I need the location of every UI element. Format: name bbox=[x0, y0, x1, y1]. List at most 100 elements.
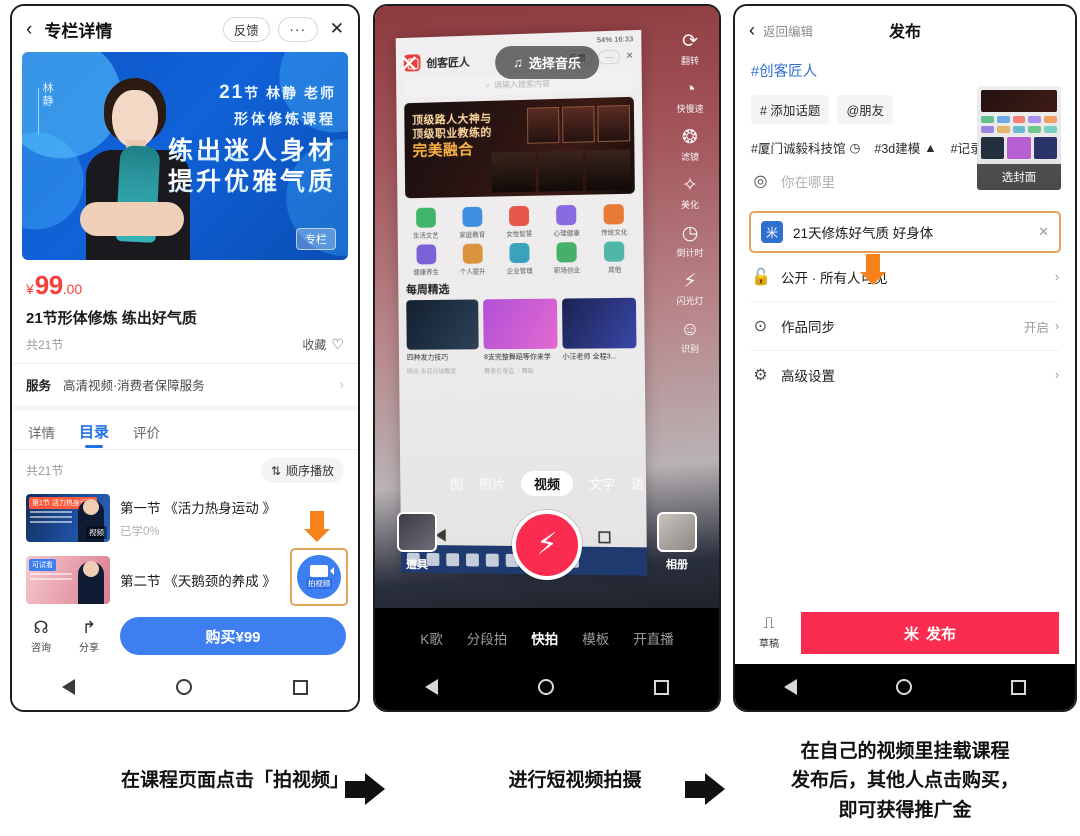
back-to-edit-label[interactable]: 返回编辑 bbox=[763, 21, 813, 40]
tool-timer[interactable]: ◷ 倒计时 bbox=[676, 224, 703, 259]
tab-details[interactable]: 详情 bbox=[28, 422, 55, 449]
category-item[interactable]: 女性智慧 bbox=[496, 205, 541, 239]
pick-meta: 舞者在身边 ｜舞蹈 bbox=[484, 369, 534, 376]
favorite-button[interactable]: 收藏 ♡ bbox=[302, 336, 344, 353]
nav-back-icon[interactable] bbox=[425, 679, 438, 695]
sync-row[interactable]: ⊙ 作品同步 开启 › bbox=[735, 302, 1075, 350]
page-title: 专栏详情 bbox=[44, 21, 113, 41]
tab-live[interactable]: 开直播 bbox=[633, 628, 674, 648]
nav-home-icon[interactable] bbox=[538, 679, 554, 695]
category-item[interactable]: 家庭教育 bbox=[450, 206, 495, 239]
lesson-count-label: 共21节 bbox=[26, 338, 64, 352]
mode-text[interactable]: 文字 bbox=[589, 474, 615, 493]
caption-input[interactable]: #创客匠人 bbox=[735, 54, 1075, 81]
video-camera-icon bbox=[310, 565, 334, 577]
more-icon[interactable]: ··· bbox=[277, 16, 318, 42]
category-item[interactable]: 职场创业 bbox=[544, 242, 590, 275]
close-icon[interactable]: ✕ bbox=[326, 19, 344, 39]
category-item[interactable]: 生活文艺 bbox=[403, 207, 448, 240]
advanced-settings-row[interactable]: ⚙ 高级设置 › bbox=[735, 351, 1075, 399]
mode-voice[interactable]: 语 bbox=[631, 474, 644, 493]
suggested-tag[interactable]: #厦门诚毅科技馆 ◷ bbox=[751, 138, 860, 157]
camera-close-icon[interactable]: ✕ bbox=[399, 50, 419, 79]
category-item[interactable]: 健康养生 bbox=[404, 244, 449, 276]
tab-reviews[interactable]: 评价 bbox=[133, 422, 160, 449]
tool-recognize[interactable]: ☺ 识别 bbox=[680, 320, 699, 355]
add-topic-button[interactable]: # 添加话题 bbox=[751, 95, 830, 124]
nav-back-icon[interactable] bbox=[62, 679, 76, 695]
android-navbar bbox=[735, 664, 1075, 710]
chevron-right-icon: › bbox=[339, 377, 344, 392]
pick-card[interactable]: 小汪老师 全程3... bbox=[561, 297, 637, 375]
tab-catalog[interactable]: 目录 bbox=[79, 421, 109, 449]
course-subinfo: 共21节 收藏 ♡ bbox=[12, 328, 358, 363]
tool-flip[interactable]: ⟳ 翻转 bbox=[681, 32, 699, 67]
pick-title: 小汪老师 全程3... bbox=[562, 353, 617, 361]
service-row[interactable]: 服务 高清视频·消费者保障服务 › bbox=[12, 364, 358, 405]
save-draft-button[interactable]: ⎍ 草稿 bbox=[751, 616, 787, 651]
draft-label: 草稿 bbox=[759, 639, 779, 650]
category-item[interactable]: 传统文化 bbox=[591, 204, 637, 237]
mention-friend-button[interactable]: @朋友 bbox=[837, 95, 894, 124]
consult-button[interactable]: ☊ 咨询 bbox=[24, 619, 58, 654]
category-icon bbox=[556, 242, 577, 263]
nav-recents-icon[interactable] bbox=[1010, 679, 1026, 695]
tab-segment-shoot[interactable]: 分段拍 bbox=[467, 628, 508, 648]
attached-course-row[interactable]: 米 21天修炼好气质 好身体 ✕ bbox=[749, 211, 1061, 253]
chevron-right-icon: › bbox=[1054, 368, 1059, 382]
tool-filter[interactable]: ❂ 滤镜 bbox=[681, 128, 699, 163]
back-icon[interactable]: ‹ bbox=[749, 20, 755, 41]
category-item[interactable]: 其他 bbox=[592, 241, 638, 274]
cover-preview-cards bbox=[981, 137, 1057, 159]
pick-card[interactable]: 8支完整舞蹈等你来学 舞者在身边 ｜舞蹈 bbox=[483, 298, 558, 376]
phone-screen-course-detail: ‹ 专栏详情 反馈 ··· ✕ 林静 21节 林静 老师 形体修炼课程 练出迷人… bbox=[10, 4, 360, 712]
mode-image[interactable]: 图 bbox=[450, 474, 463, 493]
props-button[interactable]: 道具 bbox=[397, 512, 437, 572]
category-item[interactable]: 企业管理 bbox=[497, 242, 542, 276]
category-icon bbox=[508, 205, 530, 227]
order-play-button[interactable]: ⇅ 顺序播放 bbox=[260, 458, 344, 483]
publish-button[interactable]: 米 发布 bbox=[801, 612, 1059, 654]
tab-ktv[interactable]: K歌 bbox=[420, 628, 443, 648]
cover-label: 选封面 bbox=[977, 164, 1061, 190]
tool-speed[interactable]: ◔ 快慢速 bbox=[676, 80, 703, 115]
nav-home-icon[interactable] bbox=[895, 679, 912, 695]
nav-recents-icon[interactable] bbox=[292, 679, 308, 695]
mode-photo[interactable]: 照片 bbox=[479, 474, 505, 493]
nav-home-icon[interactable] bbox=[175, 679, 192, 695]
lightning-bolt-icon: ⚡ bbox=[536, 528, 558, 561]
album-button[interactable]: 相册 bbox=[657, 512, 697, 572]
mode-video[interactable]: 视频 bbox=[520, 471, 573, 496]
visibility-row[interactable]: 🔓 公开 · 所有人可见 › bbox=[735, 253, 1075, 301]
tool-flash[interactable]: ⚡ 闪光灯 bbox=[676, 272, 703, 307]
select-music-button[interactable]: ♫ 选择音乐 bbox=[495, 46, 599, 79]
tab-quick-shoot[interactable]: 快拍 bbox=[531, 628, 558, 648]
record-video-button[interactable]: 拍视频 bbox=[290, 548, 348, 606]
banner-teacher-name: 林静 bbox=[38, 82, 55, 134]
course-banner[interactable]: 林静 21节 林静 老师 形体修炼课程 练出迷人身材 提升优雅气质 专栏 bbox=[22, 52, 348, 260]
nav-recents-icon[interactable] bbox=[654, 679, 669, 695]
publish-label: 发布 bbox=[926, 625, 957, 643]
shutter-button[interactable]: ⚡ bbox=[512, 510, 582, 580]
inner-more-icon[interactable]: ··· bbox=[597, 49, 621, 65]
buy-button[interactable]: 购买¥99 bbox=[120, 617, 346, 655]
tool-beautify[interactable]: ✧ 美化 bbox=[681, 176, 699, 211]
inner-close-icon[interactable]: ✕ bbox=[626, 50, 634, 61]
category-icon bbox=[462, 206, 483, 227]
caption-step-3-line-2: 发布后，其他人点击购买， bbox=[790, 770, 1019, 792]
suggested-tag[interactable]: #3d建模 ▲ bbox=[874, 138, 936, 157]
feedback-button[interactable]: 反馈 bbox=[222, 16, 270, 42]
category-item[interactable]: 个人提升 bbox=[450, 243, 495, 276]
remove-course-icon[interactable]: ✕ bbox=[1038, 224, 1049, 240]
share-button[interactable]: ↱ 分享 bbox=[72, 619, 106, 654]
tab-template[interactable]: 模板 bbox=[582, 628, 609, 648]
nav-back-icon[interactable] bbox=[784, 679, 798, 695]
props-thumbnail bbox=[397, 512, 437, 552]
category-item[interactable]: 心理健康 bbox=[544, 204, 590, 238]
pick-card[interactable]: 四种发力技巧 明点·东亚台球教室 bbox=[406, 299, 480, 376]
flip-icon: ⟳ bbox=[682, 31, 698, 52]
share-label: 分享 bbox=[79, 642, 99, 654]
inner-hero-banner[interactable]: 顶级路人大神与 顶级职业教练的 完美融合 bbox=[404, 96, 635, 199]
cover-selector[interactable]: 选封面 bbox=[977, 86, 1061, 190]
back-icon[interactable]: ‹ bbox=[26, 20, 32, 39]
